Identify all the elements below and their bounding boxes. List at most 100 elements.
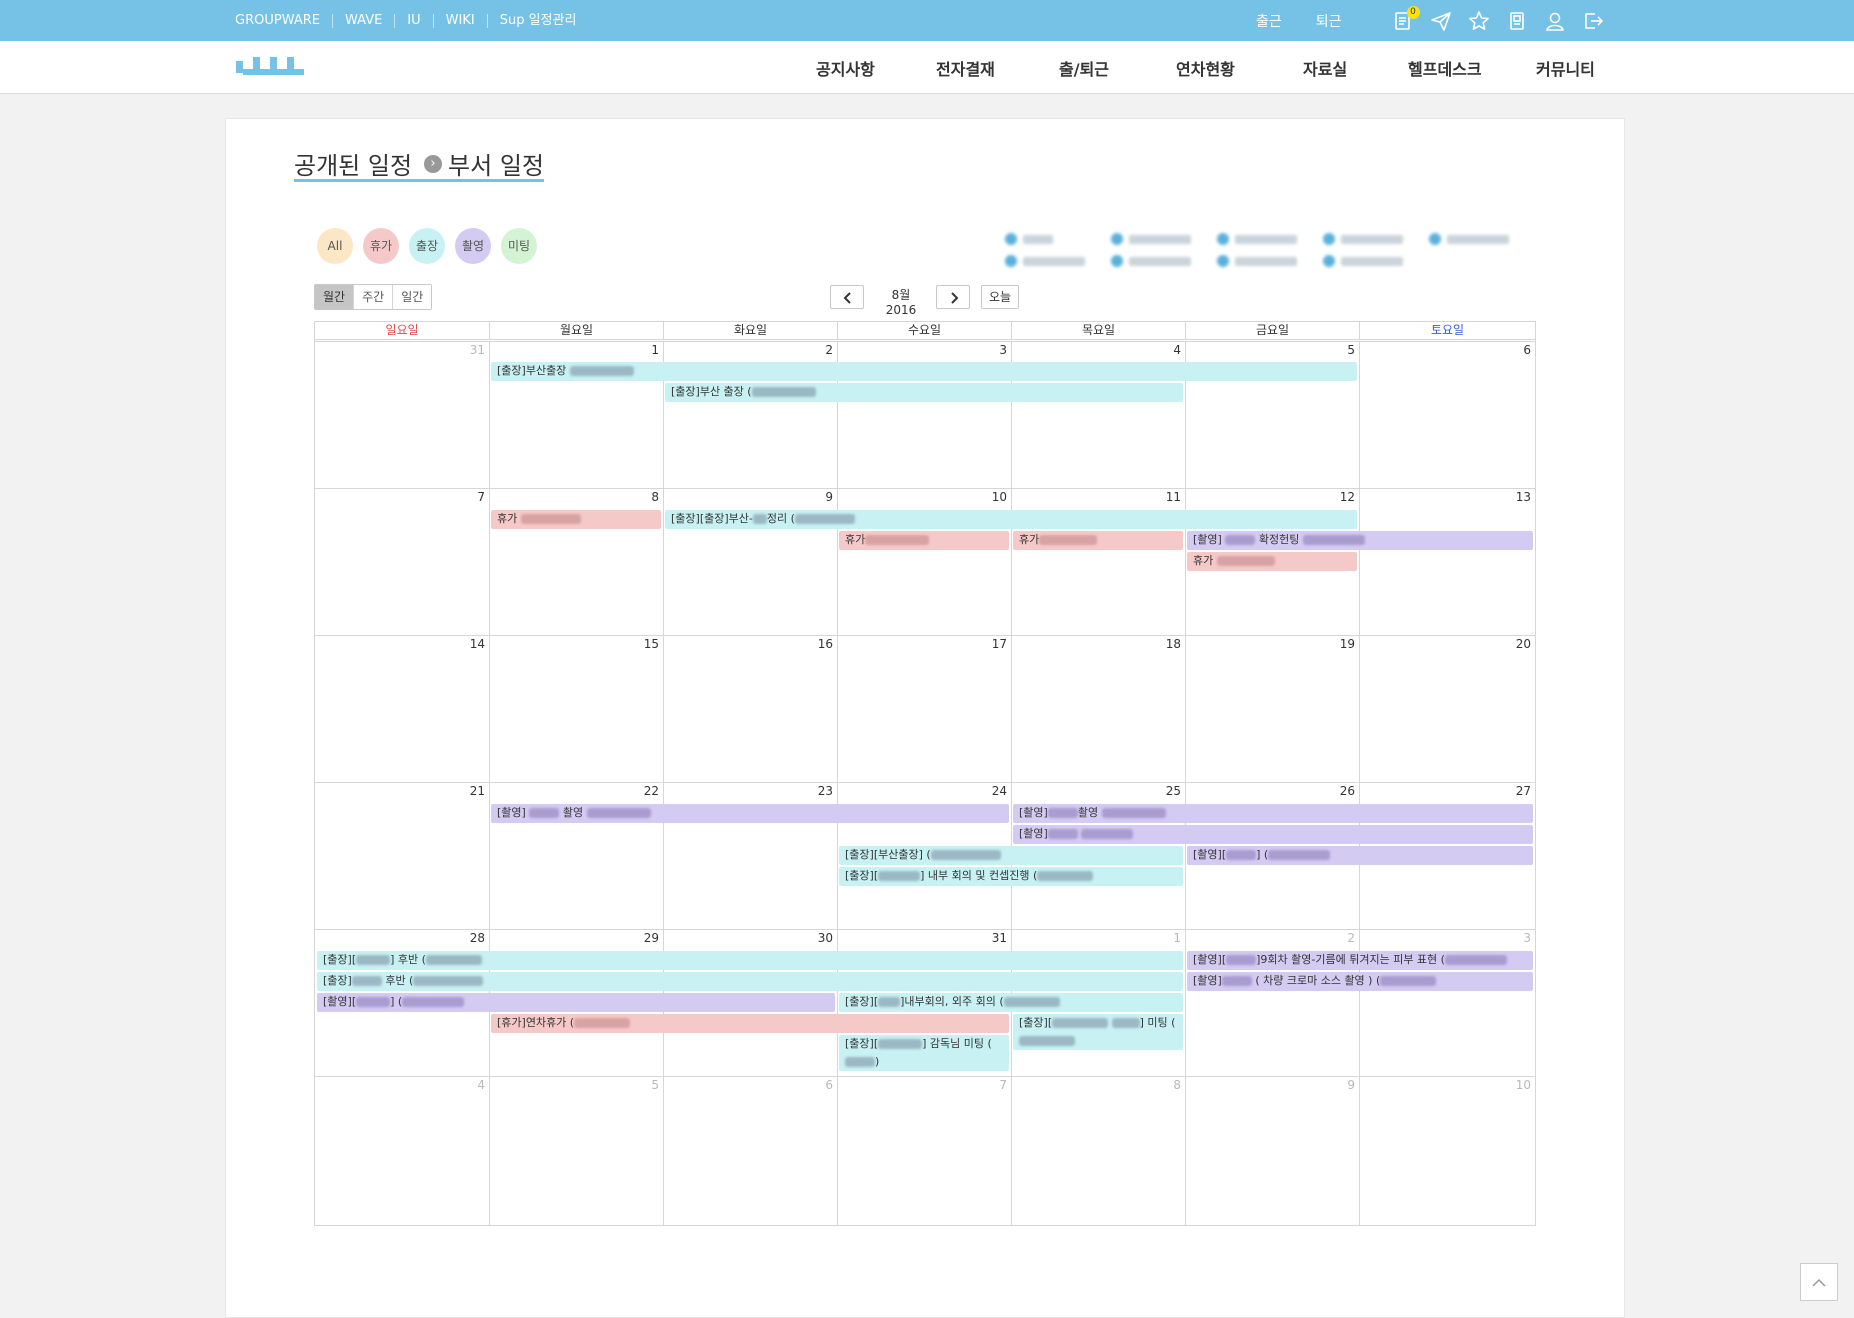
day-number: 31	[991, 931, 1007, 945]
day-cell[interactable]: 18	[1011, 635, 1185, 782]
view-week-button[interactable]: 주간	[353, 285, 393, 309]
filter-trip-chip[interactable]: 출장	[409, 228, 445, 264]
star-icon[interactable]	[1468, 10, 1490, 32]
filter-meeting-chip[interactable]: 미팅	[501, 228, 537, 264]
nav-approval[interactable]: 전자결재	[936, 56, 995, 80]
calendar-event[interactable]: [촬영] 촬영	[491, 804, 1009, 823]
day-number: 22	[643, 784, 659, 798]
calendar-event[interactable]: [휴가]연차휴가 (	[491, 1014, 1009, 1033]
calendar-event[interactable]: 휴가	[1187, 552, 1357, 571]
legend-item[interactable]	[1429, 231, 1509, 247]
day-number: 4	[477, 1078, 485, 1092]
day-number: 15	[643, 637, 659, 651]
nav-community[interactable]: 커뮤니티	[1536, 56, 1595, 80]
calendar-event[interactable]: [출장][] 후반 (	[317, 951, 1183, 970]
company-logo[interactable]	[236, 55, 304, 79]
nav-attendance[interactable]: 출/퇴근	[1059, 56, 1109, 80]
filter-all-chip[interactable]: All	[317, 228, 353, 264]
day-cell[interactable]: 6	[1359, 341, 1535, 488]
calendar-event[interactable]: [촬영] 확정헌팅	[1187, 531, 1533, 550]
nav-annual-leave[interactable]: 연차현황	[1176, 56, 1235, 80]
calendar-event[interactable]: [출장][] 감독님 미팅 ()	[839, 1035, 1009, 1071]
calendar-event[interactable]: [출장][부산출장] (	[839, 846, 1183, 865]
day-number: 9	[1347, 1078, 1355, 1092]
logout-icon[interactable]	[1582, 10, 1604, 32]
day-cell[interactable]: 10	[1359, 1076, 1535, 1225]
calendar-event[interactable]: [출장]부산 출장 (	[665, 383, 1183, 402]
day-cell[interactable]: 16	[663, 635, 837, 782]
day-cell[interactable]: 7	[315, 488, 489, 635]
calendar-event[interactable]: [출장][출장]부산- 정리 (	[665, 510, 1357, 529]
filter-shoot-chip[interactable]: 촬영	[455, 228, 491, 264]
calendar-event[interactable]: [출장][] 내부 회의 및 컨셉진행 (	[839, 867, 1183, 886]
next-month-button[interactable]	[936, 285, 970, 309]
legend-item[interactable]	[1111, 231, 1191, 247]
top-link-iu[interactable]: IU	[394, 13, 432, 28]
top-bar: GROUPWARE WAVE IU WIKI Sup 일정관리 출근 퇴근 0	[0, 0, 1854, 41]
weekday-header-sat: 토요일	[1359, 322, 1535, 340]
legend-item[interactable]	[1005, 231, 1053, 247]
nav-archive[interactable]: 자료실	[1303, 56, 1347, 80]
top-link-groupware[interactable]: GROUPWARE	[235, 13, 332, 28]
calendar-event[interactable]: [출장]부산출장	[491, 362, 1357, 381]
filter-leave-chip[interactable]: 휴가	[363, 228, 399, 264]
weekday-header-wed: 수요일	[837, 322, 1011, 340]
calendar-event[interactable]: 휴가	[839, 531, 1009, 550]
day-cell[interactable]: 4	[315, 1076, 489, 1225]
calendar-event[interactable]: [촬영] 촬영	[1013, 804, 1533, 823]
calendar-event[interactable]: [촬영] ( 차량 크로마 소스 촬영 ) (	[1187, 972, 1533, 991]
weekday-header-tue: 화요일	[663, 322, 837, 340]
view-day-button[interactable]: 일간	[392, 285, 432, 309]
scroll-to-top-button[interactable]	[1800, 1263, 1838, 1301]
legend-item[interactable]	[1323, 231, 1403, 247]
legend-item[interactable]	[1005, 253, 1085, 269]
day-cell[interactable]: 14	[315, 635, 489, 782]
book-icon[interactable]	[1506, 10, 1528, 32]
notepad-icon[interactable]: 0	[1392, 5, 1420, 32]
calendar-event[interactable]: [촬영][]9회차 촬영-기름에 튀겨지는 피부 표현 (	[1187, 951, 1533, 970]
calendar-event[interactable]: [출장][ ] 미팅 (	[1013, 1014, 1183, 1050]
calendar-event[interactable]: [출장] 후반 (	[317, 972, 1183, 991]
day-number: 1	[651, 343, 659, 357]
day-cell[interactable]: 13	[1359, 488, 1535, 635]
day-number: 19	[1339, 637, 1355, 651]
day-cell[interactable]: 15	[489, 635, 663, 782]
calendar-event[interactable]: [출장][]내부회의, 외주 회의 (	[839, 993, 1183, 1012]
legend-item[interactable]	[1217, 253, 1297, 269]
day-cell[interactable]: 19	[1185, 635, 1359, 782]
day-cell[interactable]: 20	[1359, 635, 1535, 782]
nav-notice[interactable]: 공지사항	[816, 56, 875, 80]
top-link-wave[interactable]: WAVE	[331, 13, 394, 28]
calendar-event[interactable]: 휴가	[491, 510, 661, 529]
day-cell[interactable]: 9	[1185, 1076, 1359, 1225]
send-icon[interactable]	[1430, 10, 1452, 32]
day-cell[interactable]: 5	[489, 1076, 663, 1225]
calendar-event[interactable]: [촬영]	[1013, 825, 1533, 844]
user-icon[interactable]	[1544, 10, 1566, 32]
day-cell[interactable]: 17	[837, 635, 1011, 782]
view-month-button[interactable]: 월간	[315, 285, 354, 309]
today-button[interactable]: 오늘	[981, 285, 1019, 309]
legend-item[interactable]	[1323, 253, 1403, 269]
day-number: 4	[1173, 343, 1181, 357]
top-link-wiki[interactable]: WIKI	[432, 13, 487, 28]
day-number: 2	[1347, 931, 1355, 945]
nav-helpdesk[interactable]: 헬프데스크	[1408, 56, 1482, 80]
checkin-button[interactable]: 출근	[1256, 11, 1282, 31]
day-cell[interactable]: 6	[663, 1076, 837, 1225]
day-number: 14	[469, 637, 485, 651]
day-cell[interactable]: 31	[315, 341, 489, 488]
top-link-sup-schedule[interactable]: Sup 일정관리	[486, 13, 589, 28]
breadcrumb-public-schedule[interactable]: 공개된 일정	[294, 146, 412, 181]
legend-item[interactable]	[1217, 231, 1297, 247]
day-cell[interactable]: 7	[837, 1076, 1011, 1225]
checkout-button[interactable]: 퇴근	[1316, 11, 1342, 31]
legend-item[interactable]	[1111, 253, 1191, 269]
day-number: 3	[1523, 931, 1531, 945]
calendar-event[interactable]: [촬영][] (	[1187, 846, 1533, 865]
prev-month-button[interactable]	[830, 285, 864, 309]
calendar-event[interactable]: [촬영][] (	[317, 993, 835, 1012]
calendar-event[interactable]: 휴가	[1013, 531, 1183, 550]
day-cell[interactable]: 21	[315, 782, 489, 929]
day-cell[interactable]: 8	[1011, 1076, 1185, 1225]
